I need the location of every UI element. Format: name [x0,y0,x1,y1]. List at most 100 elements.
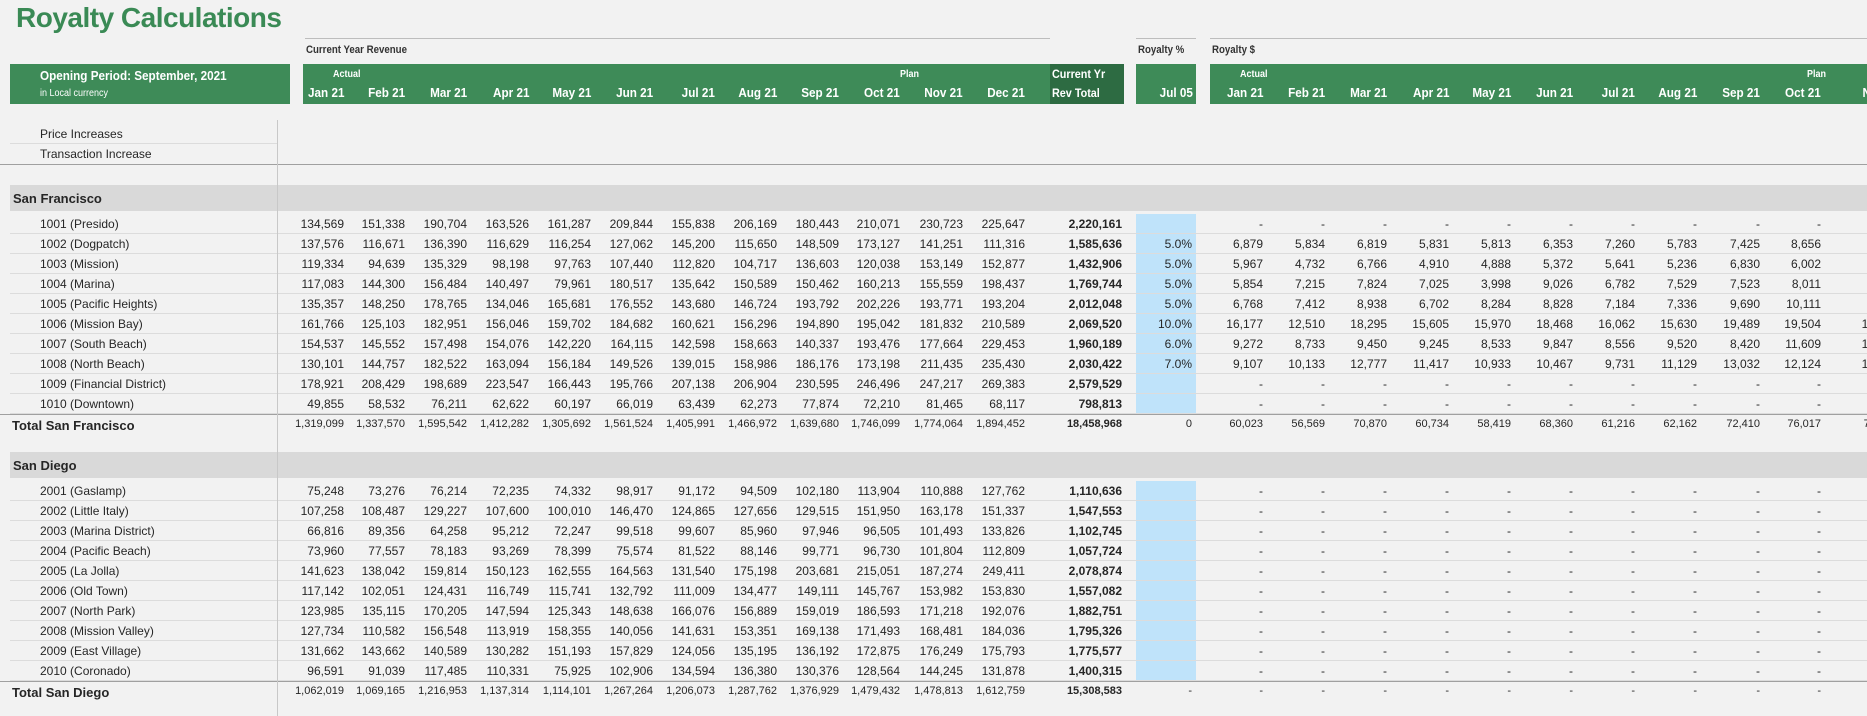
royalty-cell: - [1445,544,1449,558]
revenue-cell: 1,137,314 [480,685,529,697]
royalty-pct-cell[interactable]: 7.0% [1136,354,1196,374]
royalty-cell: - [1445,397,1449,411]
royalty-pct-cell[interactable] [1136,501,1196,521]
revenue-cell: 149,111 [797,584,839,598]
row-label: 1010 (Downtown) [40,397,135,411]
revenue-cell: 134,594 [671,664,715,678]
revenue-cell: 151,337 [981,504,1025,518]
royalty-cell: - [1569,524,1573,538]
royalty-cell: - [1507,217,1511,231]
royalty-pct-cell[interactable]: 5.0% [1136,234,1196,254]
revenue-cell: 1,376,929 [790,685,839,697]
royalty-cell: 18,468 [1536,317,1573,331]
royalty-pct-cell[interactable]: 10.0% [1136,314,1196,334]
revenue-cell: 158,986 [733,357,777,371]
royalty-cell: - [1259,644,1263,658]
revenue-cell: 1,894,452 [976,418,1025,430]
royalty-cell: 5,372 [1542,257,1573,271]
royalty-pct-cell[interactable] [1136,661,1196,681]
row-label: Total San Francisco [12,418,135,433]
royalty-month-header-cell: May 21 [1471,85,1511,100]
total-row: Total San Diego 1,062,019 1,069,165 1,216,9… [0,682,1867,702]
royalty-month-header: Actual Plan Jan 21 Feb 21 Mar 21 Apr 21 May … [1210,64,1867,104]
revenue-cell: 175,793 [981,644,1025,658]
revenue-cell: 68,117 [989,397,1025,411]
revenue-cell: 202,226 [856,297,900,311]
royalty-pct-cell[interactable] [1136,214,1196,234]
royalty-cell: - [1693,484,1697,498]
royalty-pct-cell[interactable]: 5.0% [1136,274,1196,294]
royalty-cell: - [1693,504,1697,518]
month-header: Mar 21 [429,85,467,100]
revenue-cell: 127,762 [981,484,1025,498]
table-row: 2010 (Coronado) 96,591 91,039 117,485 110,33… [0,661,1867,681]
royalty-cell: - [1756,504,1760,518]
royalty-cell: - [1693,377,1697,391]
revenue-cell: 165,681 [547,297,591,311]
revenue-cell: 78,183 [430,544,467,558]
royalty-cell: 68,360 [1539,418,1573,430]
royalty-cell: 9,450 [1356,337,1387,351]
revenue-cell: 1,612,759 [976,685,1025,697]
royalty-cell: 8,556 [1604,337,1635,351]
royalty-pct-cell[interactable]: 5.0% [1136,294,1196,314]
royalty-cell: - [1693,217,1697,231]
revenue-cell: 207,138 [671,377,715,391]
royalty-cell: 19,504 [1784,317,1821,331]
royalty-cell: - [1507,604,1511,618]
royalty-cell: - [1507,397,1511,411]
royalty-cell: 9,107 [1232,357,1263,371]
royalty-cell: 5,236 [1666,257,1697,271]
revenue-cell: 141,631 [671,624,715,638]
revenue-cell: 138,042 [361,564,405,578]
royalty-cell: - [1756,564,1760,578]
royalty-pct-cell[interactable] [1136,561,1196,581]
revenue-cell: 171,493 [856,624,900,638]
current-year-header: Current Yr Rev Total [1050,64,1124,104]
royalty-pct-cell[interactable] [1136,581,1196,601]
royalty-pct-cell[interactable] [1136,394,1196,414]
royalty-pct-cell[interactable] [1136,481,1196,501]
royalty-pct-cell[interactable] [1136,601,1196,621]
revenue-cell: 77,874 [802,397,839,411]
revenue-cell: 210,589 [981,317,1025,331]
revenue-cell: 166,076 [671,604,715,618]
revenue-cell: 113,904 [857,484,901,498]
royalty-pct-cell[interactable] [1136,521,1196,541]
royalty-cell: 6,879 [1232,237,1263,251]
row-label: 1004 (Marina) [40,277,115,291]
royalty-cell: - [1259,377,1263,391]
royalty-cell: 12,777 [1350,357,1387,371]
month-header: Jul 21 [681,85,715,100]
royalty-pct-cell[interactable]: 6.0% [1136,334,1196,354]
royalty-pct-cell[interactable]: 5.0% [1136,254,1196,274]
rev-total-cell: 1,110,636 [1069,484,1122,498]
revenue-cell: 186,176 [795,357,839,371]
royalty-pct-cell[interactable] [1136,621,1196,641]
divider [0,414,1867,415]
royalty-pct-cell[interactable] [1136,374,1196,394]
row-label: 1007 (South Beach) [40,337,147,351]
revenue-cell: 1,466,972 [728,418,777,430]
royalty-pct-cell[interactable] [1136,541,1196,561]
revenue-cell: 135,357 [300,297,344,311]
revenue-cell: 129,515 [795,504,839,518]
royalty-cell: - [1569,217,1573,231]
royalty-cell: - [1569,564,1573,578]
revenue-cell: 193,771 [919,297,963,311]
revenue-cell: 152,877 [981,257,1025,271]
royalty-cell: 6,830 [1729,257,1760,271]
revenue-cell: 112,809 [982,544,1026,558]
royalty-cell: - [1817,685,1821,697]
royalty-pct-cell[interactable] [1136,641,1196,661]
revenue-cell: 1,746,099 [851,418,900,430]
revenue-cell: 1,069,165 [356,685,405,697]
royalty-cell: 8,533 [1480,337,1511,351]
revenue-cell: 97,763 [554,257,591,271]
revenue-cell: 142,220 [547,337,591,351]
royalty-month-header-cell: Jan 21 [1226,85,1263,100]
month-header: Feb 21 [367,85,405,100]
revenue-cell: 76,214 [430,484,467,498]
revenue-cell: 150,589 [733,277,777,291]
table-row: 1008 (North Beach) 130,101 144,757 182,522 1… [0,354,1867,374]
